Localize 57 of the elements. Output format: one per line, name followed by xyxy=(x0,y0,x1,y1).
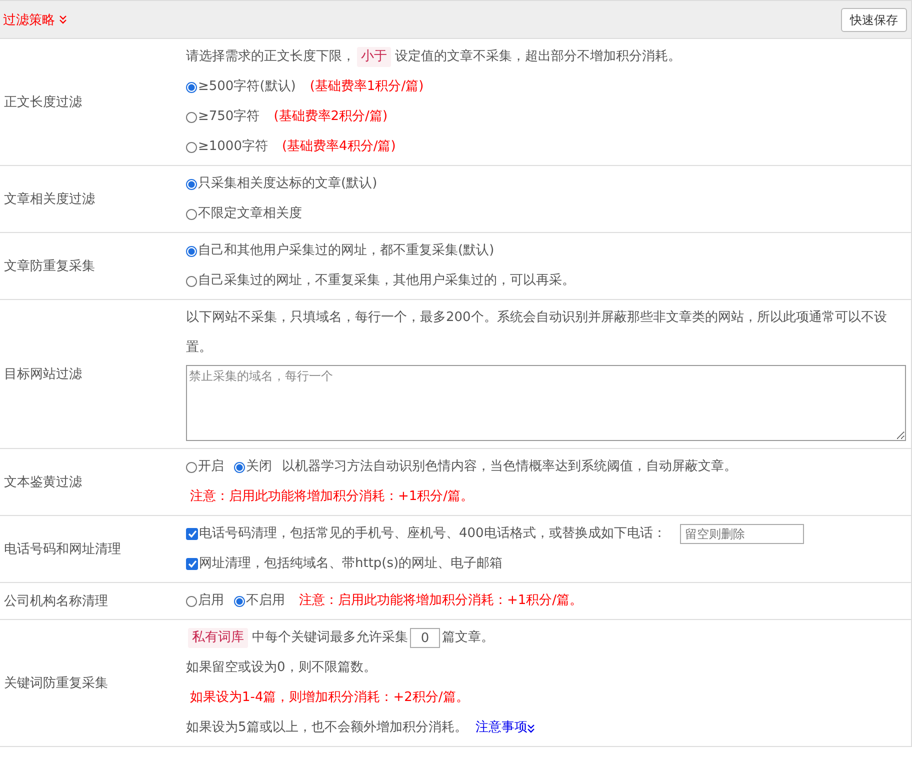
description-text: 请选择需求的正文长度下限， xyxy=(186,48,355,66)
description-text: 以机器学习方法自动识别色情内容，当色情概率达到系统阈值，自动屏蔽文章。 xyxy=(282,458,737,476)
setting-label: 电话号码和网址清理 xyxy=(3,541,122,559)
radio-option[interactable]: ≥750字符 xyxy=(186,102,260,132)
checkbox-icon[interactable] xyxy=(186,528,198,540)
description-text: 设定值的文章不采集，超出部分不增加积分消耗。 xyxy=(395,48,681,66)
description-text: 篇文章。 xyxy=(442,629,494,647)
setting-label: 公司机构名称清理 xyxy=(3,593,109,611)
radio-icon[interactable] xyxy=(234,596,245,606)
radio-icon[interactable] xyxy=(186,82,197,92)
radio-option[interactable]: ≥1000字符 xyxy=(186,132,268,162)
checkbox-option[interactable]: 电话号码清理，包括常见的手机号、座机号、400电话格式，或替换成如下电话： xyxy=(186,519,666,549)
cost-note: (基础费率2积分/篇) xyxy=(274,108,388,126)
radio-option[interactable]: 不启用 xyxy=(234,586,285,616)
radio-option[interactable]: 启用 xyxy=(186,586,224,616)
checkbox-option[interactable]: 网址清理，包括纯域名、带http(s)的网址、电子邮箱 xyxy=(186,549,503,579)
phone-input-field[interactable]: 留空则删除 xyxy=(680,524,804,544)
radio-icon[interactable] xyxy=(186,112,197,122)
radio-icon[interactable] xyxy=(234,462,245,472)
count-input-field[interactable]: 0 xyxy=(410,628,440,648)
setting-label: 文章防重复采集 xyxy=(3,258,96,276)
radio-option[interactable]: 开启 xyxy=(186,452,224,482)
description-text: 如果设为5篇或以上，也不会额外增加积分消耗。 xyxy=(186,719,468,737)
notes-link[interactable]: 注意事项 xyxy=(475,713,536,743)
setting-label: 正文长度过滤 xyxy=(3,94,83,112)
setting-label: 文本鉴黄过滤 xyxy=(3,474,83,492)
radio-icon[interactable] xyxy=(186,462,197,472)
cost-note: (基础费率1积分/篇) xyxy=(310,78,424,96)
domain-textarea[interactable]: 禁止采集的域名，每行一个 xyxy=(186,365,906,441)
radio-icon[interactable] xyxy=(186,208,197,220)
setting-label: 目标网站过滤 xyxy=(3,366,83,384)
highlight-tag: 小于 xyxy=(357,47,391,67)
setting-label: 关键词防重复采集 xyxy=(3,675,109,693)
radio-icon[interactable] xyxy=(186,276,197,286)
radio-option[interactable]: 自己采集过的网址，不重复采集，其他用户采集过的，可以再采。 xyxy=(186,266,575,296)
radio-icon[interactable] xyxy=(186,178,197,190)
save-button[interactable]: 快速保存 xyxy=(841,8,907,32)
cost-note: (基础费率4积分/篇) xyxy=(282,138,396,156)
setting-label: 文章相关度过滤 xyxy=(3,191,96,209)
radio-option[interactable]: 关闭 xyxy=(234,452,272,482)
radio-option[interactable]: ≥500字符(默认) xyxy=(186,72,296,102)
chevron-down-icon xyxy=(527,724,536,732)
radio-option[interactable]: 自己和其他用户采集过的网址，都不重复采集(默认) xyxy=(186,236,494,266)
radio-icon[interactable] xyxy=(186,142,197,152)
radio-icon[interactable] xyxy=(186,246,197,256)
highlight-tag: 私有词库 xyxy=(188,628,248,648)
cost-note: 如果设为1-4篇，则增加积分消耗：+2积分/篇。 xyxy=(190,689,469,707)
description-text: 中每个关键词最多允许采集 xyxy=(252,629,408,647)
radio-option[interactable]: 不限定文章相关度 xyxy=(186,199,302,229)
radio-option[interactable]: 只采集相关度达标的文章(默认) xyxy=(186,169,378,199)
description-text: 以下网站不采集，只填域名，每行一个，最多200个。系统会自动识别并屏蔽那些非文章类的网站，所以此项通常可以不设置。 xyxy=(186,309,888,357)
chevron-down-icon xyxy=(59,15,67,24)
cost-note: 注意：启用此功能将增加积分消耗：+1积分/篇。 xyxy=(190,488,474,506)
radio-icon[interactable] xyxy=(186,596,197,606)
cost-note: 注意：启用此功能将增加积分消耗：+1积分/篇。 xyxy=(299,592,583,610)
description-text: 如果留空或设为0，则不限篇数。 xyxy=(186,659,376,677)
checkbox-icon[interactable] xyxy=(186,558,198,570)
